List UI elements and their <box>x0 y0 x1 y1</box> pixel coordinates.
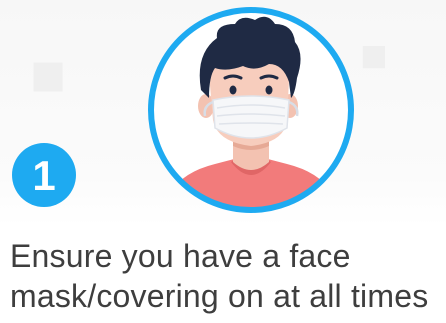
step-card: ■ ■ 1 Ensure you have a face mask/coveri… <box>0 0 446 323</box>
step-number: 1 <box>32 152 56 199</box>
step-number-badge: 1 <box>12 143 76 207</box>
instruction-line-1: Ensure you have a face <box>10 238 351 274</box>
left-eye <box>229 85 237 95</box>
step-instruction: Ensure you have a face mask/covering on … <box>10 236 440 316</box>
face-mask <box>212 95 290 139</box>
background-shape: ■ <box>30 41 67 108</box>
person-wearing-face-mask-icon <box>148 7 354 213</box>
background-shape: ■ <box>360 29 388 81</box>
instruction-line-2: mask/covering on at all times <box>10 278 429 314</box>
right-eye <box>265 85 273 95</box>
